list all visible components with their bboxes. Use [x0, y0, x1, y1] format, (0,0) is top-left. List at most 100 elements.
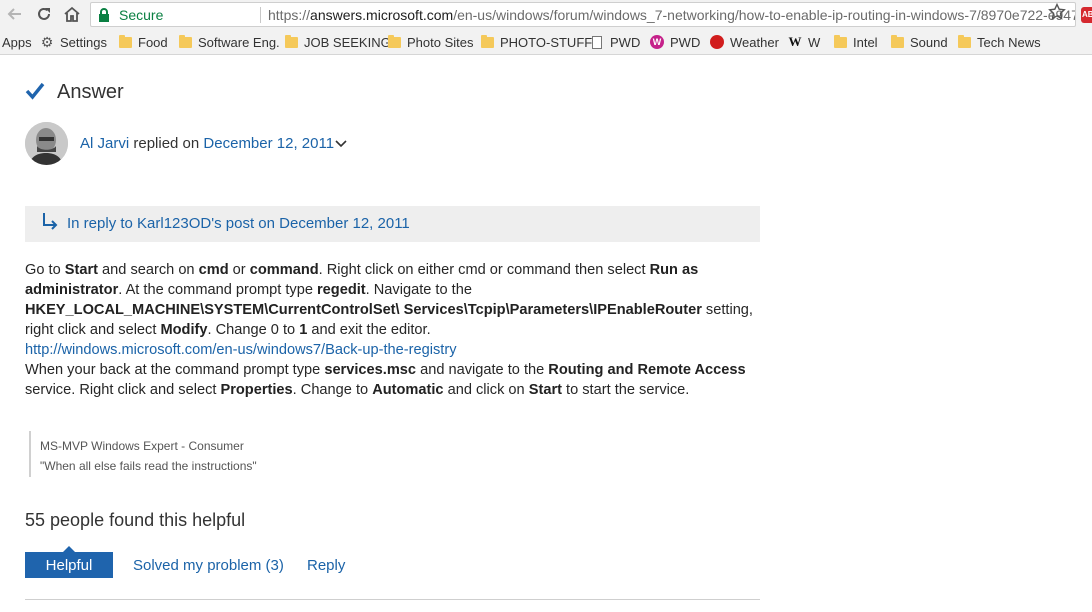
folder-icon	[890, 34, 904, 49]
secure-label: Secure	[119, 7, 164, 23]
author-link[interactable]: Al Jarvi	[80, 135, 129, 152]
bookmark-label: Weather	[730, 34, 779, 50]
address-bar[interactable]: Secure https://answers.microsoft.com/en-…	[90, 2, 1076, 27]
signature-line: MS-MVP Windows Expert - Consumer	[40, 439, 244, 453]
back-arrow-icon	[7, 8, 21, 20]
signature-block: MS-MVP Windows Expert - Consumer "When a…	[29, 431, 309, 477]
bookmark-label: Settings	[60, 34, 107, 50]
folder-icon	[387, 34, 401, 49]
body-text: and search on	[98, 262, 199, 278]
body-text: and click on	[443, 382, 529, 398]
bookmark-label: Tech News	[977, 34, 1041, 50]
checkmark-icon	[25, 82, 45, 100]
weather-icon	[710, 35, 724, 49]
bookmark-photo-sites[interactable]: Photo Sites	[387, 34, 474, 50]
body-bold-text: Routing and Remote Access	[548, 362, 746, 378]
bookmark-apps[interactable]: Apps	[2, 34, 32, 50]
bookmark-label: W	[808, 34, 821, 50]
bookmark-label: PHOTO-STUFF	[500, 34, 593, 50]
bookmark-weather[interactable]: Weather	[710, 34, 779, 50]
body-bold-text: command	[249, 262, 319, 278]
url-text[interactable]: https://answers.microsoft.com/en-us/wind…	[268, 7, 1076, 23]
body-text: to start the service.	[561, 382, 690, 398]
bookmark-tech-news[interactable]: Tech News	[957, 34, 1041, 50]
divider	[25, 599, 760, 600]
lock-icon	[99, 8, 109, 22]
body-text: and exit the editor.	[307, 322, 431, 338]
bookmark-label: PWD	[670, 34, 701, 50]
chevron-down-icon[interactable]	[335, 140, 347, 148]
bookmark-pwd-page[interactable]: PWD	[590, 34, 640, 50]
bookmark-photo-stuff[interactable]: PHOTO-STUFF	[480, 34, 592, 50]
bookmark-label: JOB SEEKING	[304, 34, 391, 50]
folder-icon	[118, 34, 132, 49]
bookmark-pwd[interactable]: W PWD	[650, 34, 700, 50]
home-icon	[64, 6, 80, 22]
folder-icon	[957, 34, 971, 49]
body-bold-text: regedit	[317, 282, 366, 298]
bookmark-star-icon[interactable]	[1048, 3, 1066, 21]
bookmark-label: PWD	[610, 34, 641, 50]
reply-date-link[interactable]: December 12, 2011	[203, 135, 334, 152]
reply-link[interactable]: Reply	[307, 557, 345, 574]
bookmark-label: Sound	[910, 34, 948, 50]
solved-my-problem-link[interactable]: Solved my problem (3)	[133, 557, 284, 574]
pwd-icon: W	[650, 35, 664, 49]
bookmark-label: Software Eng.	[198, 34, 280, 50]
url-path: /en-us/windows/forum/windows_7-networkin…	[453, 7, 1076, 23]
body-bold-text: cmd	[198, 262, 229, 278]
folder-icon	[178, 34, 192, 49]
bookmark-label: Photo Sites	[407, 34, 474, 50]
answer-body: Go to Start and search on cmd or command…	[25, 260, 765, 400]
folder-icon	[833, 34, 847, 49]
back-button[interactable]	[4, 3, 26, 25]
bookmark-software-eng[interactable]: Software Eng.	[178, 34, 280, 50]
reload-button[interactable]	[33, 3, 55, 25]
avatar-photo	[25, 122, 68, 165]
signature-quote: "When all else fails read the instructio…	[40, 459, 257, 473]
registry-path: HKEY_LOCAL_MACHINE\SYSTEM\CurrentControl…	[25, 302, 702, 318]
bookmark-job-seeking[interactable]: JOB SEEKING	[284, 34, 391, 50]
url-host: answers.microsoft.com	[310, 7, 454, 23]
helpful-count: 55 people found this helpful	[25, 510, 246, 530]
author-byline: Al Jarvi replied on December 12, 2011	[80, 135, 347, 152]
body-bold-text: Modify	[160, 322, 208, 338]
bookmarks-bar: Apps ⚙ Settings Food Software Eng. JOB S…	[0, 29, 1092, 55]
body-text: Go to	[25, 262, 65, 278]
body-text: and navigate to the	[416, 362, 549, 378]
body-text: or	[228, 262, 250, 278]
in-reply-to-box: In reply to Karl123OD's post on December…	[25, 206, 760, 242]
adblock-extension-icon[interactable]: ABP	[1081, 7, 1092, 23]
bookmark-label: Intel	[853, 34, 878, 50]
home-button[interactable]	[61, 3, 83, 25]
bookmark-sound[interactable]: Sound	[890, 34, 948, 50]
body-text: When your back at the command prompt typ…	[25, 362, 325, 378]
author-avatar[interactable]	[25, 122, 68, 165]
body-bold-text: Properties	[220, 382, 293, 398]
url-scheme: https://	[268, 7, 311, 23]
gear-icon: ⚙	[40, 34, 54, 50]
bookmark-wikipedia[interactable]: W W	[788, 34, 821, 50]
body-text: . At the command prompt type	[118, 282, 317, 298]
helpful-button[interactable]: Helpful	[25, 546, 113, 578]
body-bold-text: Start	[64, 262, 98, 278]
bookmark-settings[interactable]: ⚙ Settings	[40, 34, 107, 50]
reply-arrow-icon	[43, 213, 58, 230]
omnibox-divider	[260, 7, 261, 23]
wikipedia-icon: W	[788, 34, 802, 49]
body-bold-text: Start	[528, 382, 562, 398]
registry-backup-link[interactable]: http://windows.microsoft.com/en-us/windo…	[25, 342, 457, 358]
body-text: service. Right click and select	[25, 382, 221, 398]
reload-icon	[38, 7, 50, 20]
body-text: . Right click on either cmd or command t…	[318, 262, 650, 278]
browser-toolbar: Secure https://answers.microsoft.com/en-…	[0, 0, 1092, 29]
replied-on-text: replied on	[133, 135, 200, 152]
body-text: . Change to	[292, 382, 373, 398]
answer-heading: Answer	[57, 81, 124, 103]
folder-icon	[284, 34, 298, 49]
bookmark-intel[interactable]: Intel	[833, 34, 878, 50]
in-reply-to-link[interactable]: In reply to Karl123OD's post on December…	[67, 215, 410, 232]
body-bold-text: Automatic	[372, 382, 444, 398]
bookmark-food[interactable]: Food	[118, 34, 168, 50]
bookmark-label: Apps	[2, 34, 32, 50]
